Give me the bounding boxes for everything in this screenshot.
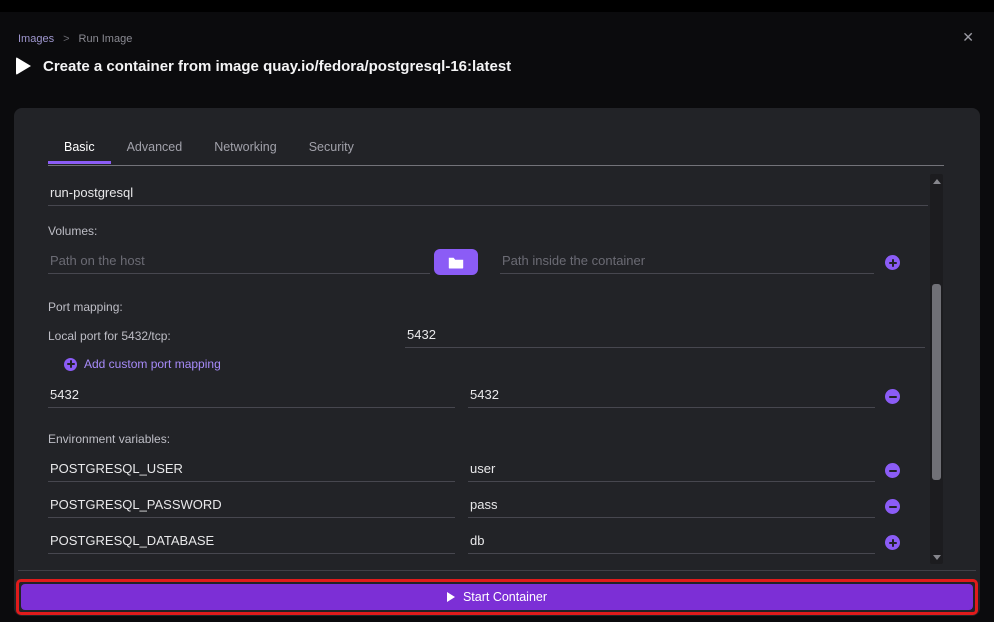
page-title: Create a container from image quay.io/fe… (43, 58, 511, 75)
breadcrumb: Images > Run Image (18, 33, 132, 45)
start-container-button[interactable]: Start Container (21, 584, 973, 610)
port-mapping-label: Port mapping: (48, 300, 123, 314)
start-container-label: Start Container (463, 590, 547, 604)
env-name-input[interactable] (48, 528, 455, 554)
scroll-down-icon[interactable] (930, 550, 943, 564)
scrollbar-thumb[interactable] (932, 284, 941, 480)
env-value-input[interactable] (468, 456, 875, 482)
window-titlebar (0, 0, 994, 12)
breadcrumb-separator: > (63, 33, 69, 45)
folder-icon (448, 256, 464, 269)
environment-variables-label: Environment variables: (48, 432, 170, 446)
plus-circle-icon (64, 358, 77, 371)
close-icon[interactable]: ✕ (962, 30, 974, 44)
add-custom-port-mapping-label: Add custom port mapping (84, 357, 221, 371)
remove-env-row-icon[interactable] (885, 499, 900, 514)
page-header: Create a container from image quay.io/fe… (16, 57, 511, 75)
run-image-form-panel: Basic Advanced Networking Security Volum… (14, 108, 980, 616)
add-volume-icon[interactable] (885, 255, 900, 270)
play-icon (16, 57, 31, 75)
tab-advanced[interactable]: Advanced (111, 136, 199, 164)
footer-divider (18, 570, 976, 571)
add-custom-port-mapping-button[interactable]: Add custom port mapping (64, 357, 221, 371)
volumes-label: Volumes: (48, 224, 97, 238)
breadcrumb-current: Run Image (79, 33, 133, 45)
container-name-input[interactable] (48, 180, 928, 206)
tab-basic[interactable]: Basic (48, 136, 111, 164)
breadcrumb-images-link[interactable]: Images (18, 33, 54, 45)
remove-env-row-icon[interactable] (885, 463, 900, 478)
custom-port-host-input[interactable] (48, 382, 455, 408)
remove-port-mapping-icon[interactable] (885, 389, 900, 404)
add-env-row-icon[interactable] (885, 535, 900, 550)
browse-folder-button[interactable] (434, 249, 478, 275)
annotation-highlight-box: Start Container (16, 579, 978, 615)
env-value-input[interactable] (468, 492, 875, 518)
tab-networking[interactable]: Networking (198, 136, 293, 164)
tab-bar-divider (48, 165, 944, 166)
local-port-label: Local port for 5432/tcp: (48, 329, 171, 343)
env-value-input[interactable] (468, 528, 875, 554)
tab-bar: Basic Advanced Networking Security (48, 136, 370, 164)
env-name-input[interactable] (48, 492, 455, 518)
local-port-input[interactable] (405, 322, 925, 348)
scroll-up-icon[interactable] (930, 174, 943, 188)
play-icon (447, 592, 455, 602)
env-name-input[interactable] (48, 456, 455, 482)
scrollbar[interactable] (930, 174, 943, 564)
tab-security[interactable]: Security (293, 136, 370, 164)
volume-container-path-input[interactable] (500, 248, 874, 274)
volume-host-path-input[interactable] (48, 248, 430, 274)
custom-port-container-input[interactable] (468, 382, 875, 408)
